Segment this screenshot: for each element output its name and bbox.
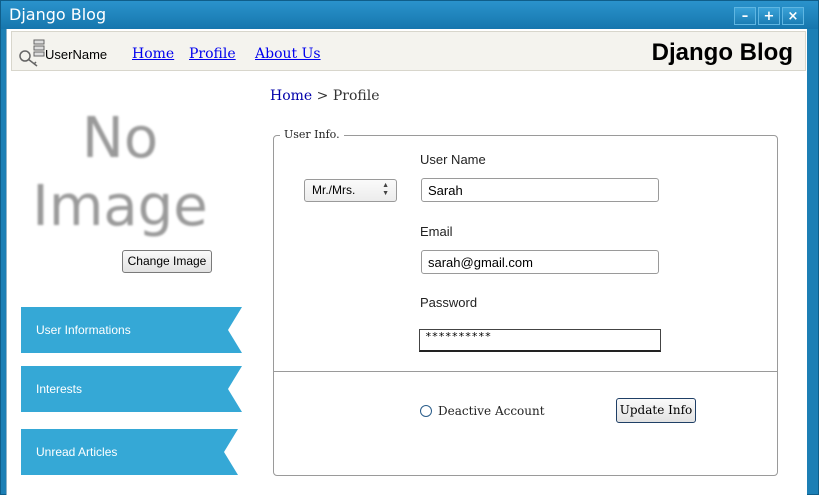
notch-shape bbox=[224, 429, 238, 475]
client-area: UserName Home Profile About Us Django Bl… bbox=[6, 29, 807, 495]
sidebar-item-label: Unread Articles bbox=[36, 445, 118, 459]
top-navbar: UserName Home Profile About Us Django Bl… bbox=[11, 31, 806, 71]
deactivate-account-label: Deactive Account bbox=[438, 404, 545, 418]
email-label: Email bbox=[420, 224, 453, 239]
sidebar-item-unread-articles[interactable]: Unread Articles bbox=[21, 429, 238, 475]
fieldset-divider bbox=[274, 371, 777, 372]
breadcrumb: Home > Profile bbox=[270, 88, 380, 104]
maximize-icon[interactable]: + bbox=[758, 7, 780, 25]
breadcrumb-home-link[interactable]: Home bbox=[270, 88, 312, 104]
salutation-select[interactable]: Mr./Mrs. ▲ ▼ bbox=[304, 179, 397, 202]
update-info-button[interactable]: Update Info bbox=[616, 398, 696, 423]
password-label: Password bbox=[420, 295, 478, 310]
notch-shape bbox=[228, 307, 242, 353]
notch-shape bbox=[228, 366, 242, 412]
email-input[interactable] bbox=[421, 250, 659, 274]
breadcrumb-separator: > bbox=[316, 88, 329, 104]
sidebar-item-user-informations[interactable]: User Informations bbox=[21, 307, 242, 353]
change-image-button[interactable]: Change Image bbox=[122, 250, 212, 273]
sidebar-item-label: User Informations bbox=[36, 323, 131, 337]
profile-image-placeholder: No Image bbox=[25, 111, 215, 241]
sidebar-item-interests[interactable]: Interests bbox=[21, 366, 242, 412]
minimize-icon[interactable]: – bbox=[734, 7, 756, 25]
fieldset-legend: User Info. bbox=[280, 128, 344, 141]
deactivate-account-radio[interactable] bbox=[420, 405, 432, 417]
username-label: User Name bbox=[420, 152, 486, 167]
nav-link-profile[interactable]: Profile bbox=[189, 46, 236, 62]
nav-link-about-us[interactable]: About Us bbox=[255, 46, 321, 62]
placeholder-text-line1: No bbox=[81, 106, 159, 171]
spinner-arrows-icon: ▲ ▼ bbox=[382, 182, 389, 197]
password-input[interactable]: ********** bbox=[419, 329, 661, 352]
user-name-label: UserName bbox=[45, 47, 108, 62]
app-window: Django Blog – + × UserName Home Profile … bbox=[0, 0, 819, 495]
username-input[interactable] bbox=[421, 178, 659, 202]
salutation-value: Mr./Mrs. bbox=[312, 183, 356, 197]
title-bar[interactable]: Django Blog – + × bbox=[1, 1, 818, 29]
brand-title: Django Blog bbox=[651, 39, 793, 66]
window-title: Django Blog bbox=[9, 5, 107, 24]
sidebar-item-label: Interests bbox=[36, 382, 83, 396]
close-icon[interactable]: × bbox=[782, 7, 804, 25]
placeholder-text-line2: Image bbox=[32, 174, 208, 239]
nav-link-home[interactable]: Home bbox=[132, 46, 174, 62]
breadcrumb-current: Profile bbox=[332, 88, 380, 104]
user-key-icon bbox=[19, 39, 45, 67]
